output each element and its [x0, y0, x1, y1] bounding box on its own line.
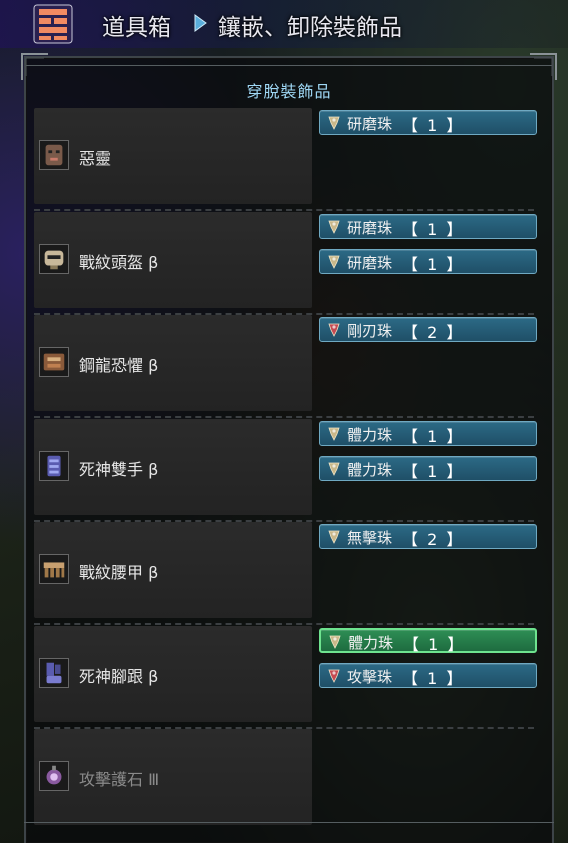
decoration-level: 【 1 】	[402, 116, 465, 135]
jewel-icon	[328, 427, 340, 441]
decoration-slot[interactable]: 無擊珠【 2 】	[319, 524, 537, 549]
equipment-row[interactable]: 戰紋腰甲 β 無擊珠【 2 】	[34, 522, 537, 625]
equipment-slot[interactable]: 死神腳跟 β	[34, 625, 312, 722]
decoration-slot[interactable]: 剛刃珠【 2 】	[319, 317, 537, 342]
decoration-name: 體力珠	[347, 425, 393, 444]
decoration-level: 【 1 】	[402, 219, 465, 239]
jewel-icon	[328, 530, 340, 544]
equipment-row[interactable]: 攻擊護石 Ⅲ	[34, 729, 534, 825]
jewel-icon	[328, 323, 340, 337]
jewel-icon	[328, 669, 340, 683]
equipment-name: 惡靈	[79, 149, 112, 168]
waist-armor-icon	[39, 554, 69, 584]
equipment-slot[interactable]: 惡靈	[34, 108, 312, 204]
equipment-slot[interactable]: 攻擊護石 Ⅲ	[34, 729, 312, 825]
decoration-level: 【 1 】	[402, 668, 465, 688]
decoration-name: 無擊珠	[347, 529, 393, 547]
equipment-name: 攻擊護石 Ⅲ	[79, 770, 160, 789]
decoration-slot[interactable]: 攻擊珠【 1 】	[319, 662, 537, 688]
decoration-slot[interactable]: 體力珠【 1 】	[319, 455, 537, 481]
decoration-name: 攻擊珠	[347, 667, 393, 686]
equipment-slot[interactable]: 死神雙手 β	[34, 418, 312, 515]
decoration-name: 研磨珠	[347, 253, 393, 272]
jewel-icon	[329, 635, 341, 649]
breadcrumb-item-box[interactable]: 道具箱	[102, 8, 171, 42]
panel-title: 穿脫裝飾品	[246, 82, 332, 101]
equipment-row[interactable]: 死神雙手 β 體力珠【 1 】體力珠【 1 】	[34, 418, 537, 522]
leg-armor-icon	[39, 657, 69, 688]
decoration-slot[interactable]: 體力珠【 1 】	[319, 420, 537, 446]
decoration-level: 【 2 】	[402, 323, 465, 342]
decoration-level: 【 1 】	[402, 426, 465, 446]
decoration-slot[interactable]: 體力珠【 1 】	[319, 627, 537, 654]
jewel-icon	[328, 116, 340, 130]
equipment-slot[interactable]: 戰紋頭盔 β	[34, 211, 312, 308]
equipment-row[interactable]: 鋼龍恐懼 β 剛刃珠【 2 】	[34, 315, 537, 418]
decoration-level: 【 2 】	[402, 530, 465, 549]
jewel-icon	[328, 220, 340, 234]
header-bar: 道具箱 鑲嵌、卸除裝飾品	[0, 0, 568, 48]
jewel-icon	[328, 462, 340, 476]
equipment-name: 戰紋腰甲 β	[79, 563, 159, 582]
item-box-icon	[33, 4, 73, 44]
helmet-icon	[39, 243, 69, 274]
decoration-name: 研磨珠	[347, 218, 393, 237]
charm-icon	[39, 761, 69, 791]
decoration-name: 體力珠	[348, 633, 394, 652]
chest-armor-icon	[39, 347, 69, 377]
equipment-row[interactable]: 戰紋頭盔 β 研磨珠【 1 】研磨珠【 1 】	[34, 211, 537, 315]
decoration-level: 【 1 】	[402, 461, 465, 481]
equipment-row[interactable]: 死神腳跟 β 體力珠【 1 】攻擊珠【 1 】	[34, 625, 537, 729]
decoration-name: 體力珠	[347, 460, 393, 479]
equipment-row[interactable]: 惡靈 研磨珠【 1 】	[34, 108, 537, 211]
helmet-mask-icon	[39, 140, 69, 170]
jewel-icon	[328, 255, 340, 269]
equipment-slot[interactable]: 鋼龍恐懼 β	[34, 315, 312, 411]
decoration-slot[interactable]: 研磨珠【 1 】	[319, 248, 537, 274]
breadcrumb-decorations: 鑲嵌、卸除裝飾品	[218, 15, 402, 41]
panel-bottom-border	[24, 822, 554, 843]
equipment-slot[interactable]: 戰紋腰甲 β	[34, 522, 312, 618]
equipment-name: 鋼龍恐懼 β	[79, 356, 159, 375]
equipment-name: 死神雙手 β	[79, 459, 159, 479]
decoration-level: 【 1 】	[402, 254, 465, 274]
decoration-slot[interactable]: 研磨珠【 1 】	[319, 110, 537, 135]
decoration-name: 剛刃珠	[347, 322, 393, 340]
decoration-name: 研磨珠	[347, 115, 393, 133]
breadcrumb-arrow-icon	[194, 14, 207, 32]
decoration-slot[interactable]: 研磨珠【 1 】	[319, 213, 537, 239]
panel-top-border	[26, 58, 552, 66]
equipment-name: 死神腳跟 β	[79, 666, 159, 686]
decoration-level: 【 1 】	[403, 634, 466, 654]
arm-armor-icon	[39, 450, 69, 481]
equipment-name: 戰紋頭盔 β	[79, 252, 159, 272]
